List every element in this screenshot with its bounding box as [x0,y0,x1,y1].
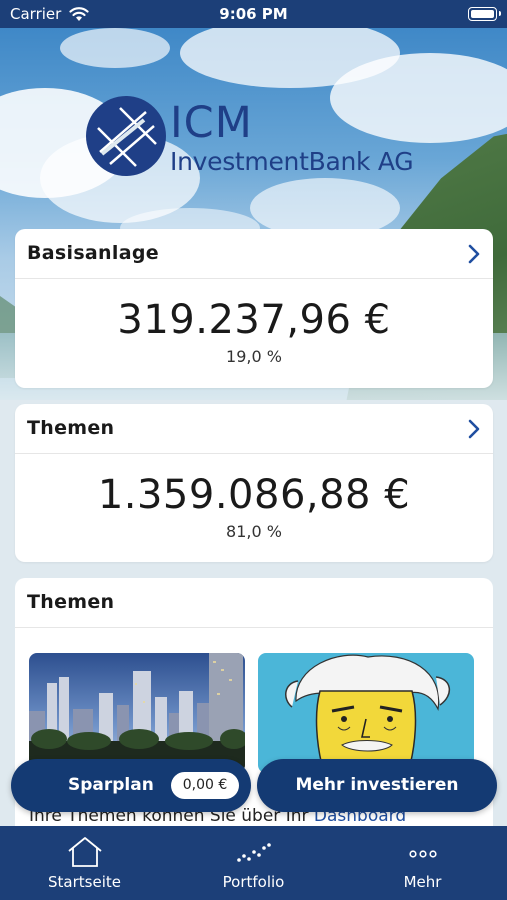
sparplan-label: Sparplan [68,775,154,795]
portrait-illustration-image [258,653,474,773]
bank-logo: ICM InvestmentBank AG [84,94,434,206]
card-amount: 1.359.086,88 € [97,472,411,518]
basisanlage-card[interactable]: Basisanlage 319.237,96 € 19,0 % [15,229,493,388]
tab-label: Startseite [48,873,121,891]
tab-label: Mehr [403,873,442,891]
status-bar: Carrier 9:06 PM [0,0,507,28]
section-header: Themen [15,578,493,628]
chevron-right-icon[interactable] [467,419,481,439]
logo-subtitle: InvestmentBank AG [170,147,414,176]
tab-label: Portfolio [222,873,285,891]
mehr-investieren-button[interactable]: Mehr investieren [257,759,497,812]
logo-emblem-icon [86,96,166,176]
card-header: Basisanlage [15,229,493,279]
tab-startseite[interactable]: Startseite [0,826,169,900]
sparplan-button[interactable]: Sparplan 0,00 € [11,759,251,812]
tab-portfolio[interactable]: Portfolio [169,826,338,900]
tab-bar: Startseite Portfolio Mehr [0,826,507,900]
theme-image-portrait[interactable] [258,653,474,773]
tab-mehr[interactable]: Mehr [338,826,507,900]
theme-image-city[interactable] [29,653,245,773]
card-title: Basisanlage [27,242,159,264]
battery-icon [468,7,501,21]
cloud [60,28,170,68]
chevron-right-icon[interactable] [467,244,481,264]
card-header: Themen [15,404,493,454]
card-percent: 81,0 % [226,522,282,541]
card-title: Themen [27,417,115,439]
clock: 9:06 PM [219,5,288,23]
card-amount: 319.237,96 € [117,297,391,343]
more-dots-icon [408,850,437,858]
section-title: Themen [27,591,115,613]
themen-card[interactable]: Themen 1.359.086,88 € 81,0 % [15,404,493,562]
card-percent: 19,0 % [226,347,282,366]
sparplan-amount-badge: 0,00 € [171,772,239,799]
logo-brand: ICM [170,98,253,148]
city-skyline-image [29,653,245,773]
chart-dots-icon [236,843,271,862]
house-icon [67,837,102,867]
